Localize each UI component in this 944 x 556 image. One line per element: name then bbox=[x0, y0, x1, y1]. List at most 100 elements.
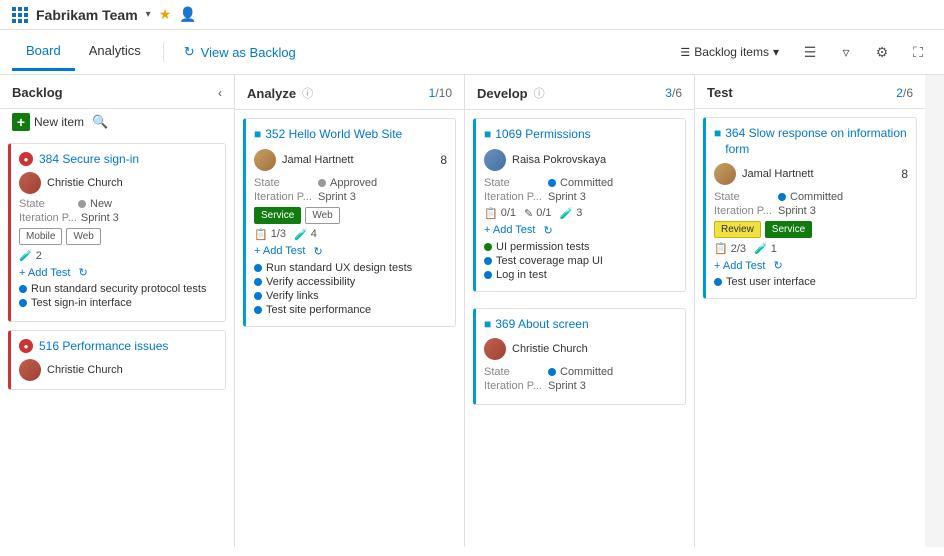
nav-bar: Board Analytics ↻ View as Backlog ☰ Back… bbox=[0, 30, 944, 75]
fullscreen-icon-btn[interactable]: ⛶ bbox=[904, 38, 932, 66]
new-item-btn[interactable]: + New item bbox=[12, 113, 84, 131]
add-test-352[interactable]: + Add Test bbox=[254, 245, 305, 257]
card-369-title[interactable]: 369 About screen bbox=[495, 317, 588, 333]
backlog-items-btn[interactable]: ☰ Backlog items ▾ bbox=[671, 40, 788, 64]
assignee-raisa-1069: Raisa Pokrovskaya bbox=[512, 154, 606, 166]
item-516-header: ● 516 Performance issues bbox=[19, 339, 217, 353]
assignee-christie-369: Christie Church bbox=[512, 343, 588, 355]
state-value-364: Committed bbox=[790, 191, 843, 203]
test-label-1069-2: Test coverage map UI bbox=[496, 255, 603, 267]
card-364-assignee: Jamal Hartnett bbox=[714, 163, 814, 185]
item-384-actions: + Add Test ↻ bbox=[19, 266, 217, 279]
item-516-assignee: Christie Church bbox=[19, 359, 217, 381]
tag-service-352: Service bbox=[254, 207, 301, 224]
iter-label-1069: Iteration P... bbox=[484, 191, 544, 203]
bug-icon-384: ● bbox=[19, 152, 33, 166]
card-1069-header: ■ 1069 Permissions bbox=[484, 127, 677, 143]
search-icon[interactable]: 🔍 bbox=[92, 114, 108, 130]
card-352-title[interactable]: 352 Hello World Web Site bbox=[265, 127, 402, 143]
item-384-fields: State New Iteration P... Sprint 3 bbox=[19, 198, 217, 224]
card-352-iter-field: Iteration P... Sprint 3 bbox=[254, 191, 447, 203]
add-test-1069[interactable]: + Add Test bbox=[484, 224, 535, 236]
team-name[interactable]: Fabrikam Team bbox=[36, 7, 138, 23]
flask-icon-card-352: 🧪 bbox=[294, 228, 308, 241]
favorite-icon[interactable]: ★ bbox=[159, 6, 172, 23]
test-dot-352-3 bbox=[254, 292, 262, 300]
test-header: Test 2/6 bbox=[695, 75, 925, 109]
card-352-tags: Service Web bbox=[254, 207, 447, 224]
analyze-current: 1 bbox=[429, 86, 436, 100]
item-384-header: ● 384 Secure sign-in bbox=[19, 152, 217, 166]
card-364-counts: 📋 2/3 🧪 1 bbox=[714, 242, 908, 255]
card-369-fields: State Committed Iteration P... Sprint 3 bbox=[484, 366, 677, 392]
test-dot-352-4 bbox=[254, 306, 262, 314]
team-members-icon[interactable]: 👤 bbox=[179, 6, 196, 23]
item-384-iteration-field: Iteration P... Sprint 3 bbox=[19, 212, 217, 224]
develop-current: 3 bbox=[665, 86, 672, 100]
top-bar: Fabrikam Team ▾ ★ 👤 bbox=[0, 0, 944, 30]
test-counter: 2/6 bbox=[896, 86, 913, 100]
team-dropdown-icon[interactable]: ▾ bbox=[146, 9, 151, 20]
analyze-info-icon[interactable]: ⓘ bbox=[302, 85, 313, 101]
card-364-tests: Test user interface bbox=[714, 276, 908, 288]
backlog-title: Backlog bbox=[12, 85, 63, 100]
filter-icon-btn[interactable]: ▿ bbox=[832, 38, 860, 66]
state-label-364: State bbox=[714, 191, 774, 203]
card-364-fields: State Committed Iteration P... Sprint 3 bbox=[714, 191, 908, 217]
add-test-364[interactable]: + Add Test bbox=[714, 260, 765, 272]
test-label-364-1: Test user interface bbox=[726, 276, 816, 288]
backlog-items-chevron: ▾ bbox=[773, 45, 779, 59]
state-dot-1069 bbox=[548, 179, 556, 187]
item-516-title[interactable]: 516 Performance issues bbox=[39, 339, 168, 353]
card-364-title[interactable]: 364 Slow response on information form bbox=[725, 126, 908, 157]
item-384-tests: Run standard security protocol tests Tes… bbox=[19, 283, 217, 309]
new-item-label: New item bbox=[34, 115, 84, 129]
item-384-title[interactable]: 384 Secure sign-in bbox=[39, 152, 139, 166]
pencil-count-1069: ✎ 0/1 bbox=[524, 207, 552, 220]
backlog-actions: + New item 🔍 bbox=[0, 109, 234, 139]
flask-count-card-364: 🧪 1 bbox=[754, 242, 777, 255]
redirect-364[interactable]: ↻ bbox=[773, 259, 782, 272]
view-as-backlog-btn[interactable]: ↻ View as Backlog bbox=[172, 36, 308, 68]
iter-label-364: Iteration P... bbox=[714, 205, 774, 217]
card-364-state-field: State Committed bbox=[714, 191, 908, 203]
test-dot-352-1 bbox=[254, 264, 262, 272]
test-item-384-1: Run standard security protocol tests bbox=[19, 283, 217, 295]
story-count-364: 📋 2/3 bbox=[714, 242, 746, 255]
gear-icon-btn[interactable]: ⚙ bbox=[868, 38, 896, 66]
card-369-avatar-row: Christie Church bbox=[484, 338, 677, 360]
card-1069-state-field: State Committed bbox=[484, 177, 677, 189]
test-352-3: Verify links bbox=[254, 290, 447, 302]
develop-header: Develop ⓘ 3/6 bbox=[465, 75, 694, 110]
card-364-num: 8 bbox=[901, 167, 908, 181]
test-label-352-3: Verify links bbox=[266, 290, 319, 302]
state-value-369: Committed bbox=[560, 366, 613, 378]
test-1069-3: Log in test bbox=[484, 269, 677, 281]
card-1069-title[interactable]: 1069 Permissions bbox=[495, 127, 590, 143]
story-icon-count-364: 📋 bbox=[714, 242, 728, 255]
card-369-iter-field: Iteration P... Sprint 3 bbox=[484, 380, 677, 392]
add-test-384[interactable]: + Add Test bbox=[19, 267, 70, 279]
redirect-1069[interactable]: ↻ bbox=[543, 224, 552, 237]
test-1069-2: Test coverage map UI bbox=[484, 255, 677, 267]
view-as-label: View as Backlog bbox=[201, 45, 296, 60]
nav-board[interactable]: Board bbox=[12, 33, 75, 71]
state-dot-384 bbox=[78, 200, 86, 208]
settings-icon-btn[interactable]: ☰ bbox=[796, 38, 824, 66]
nav-analytics[interactable]: Analytics bbox=[75, 33, 155, 71]
develop-info-icon[interactable]: ⓘ bbox=[534, 85, 545, 101]
test-dot-384-2 bbox=[19, 299, 27, 307]
test-item-384-2: Test sign-in interface bbox=[19, 297, 217, 309]
card-352-header: ■ 352 Hello World Web Site bbox=[254, 127, 447, 143]
backlog-collapse-icon[interactable]: ‹ bbox=[218, 86, 222, 100]
view-as-icon: ↻ bbox=[184, 44, 195, 60]
redirect-352[interactable]: ↻ bbox=[313, 245, 322, 258]
test-label-384-1: Run standard security protocol tests bbox=[31, 283, 206, 295]
iteration-value-384: Sprint 3 bbox=[81, 212, 119, 224]
item-384-state-field: State New bbox=[19, 198, 217, 210]
iter-value-352: Sprint 3 bbox=[318, 191, 356, 203]
redirect-384[interactable]: ↻ bbox=[78, 266, 87, 279]
assignee-jamal-352: Jamal Hartnett bbox=[282, 154, 354, 166]
tag-web-352: Web bbox=[305, 207, 339, 224]
assignee-jamal-364: Jamal Hartnett bbox=[742, 168, 814, 180]
